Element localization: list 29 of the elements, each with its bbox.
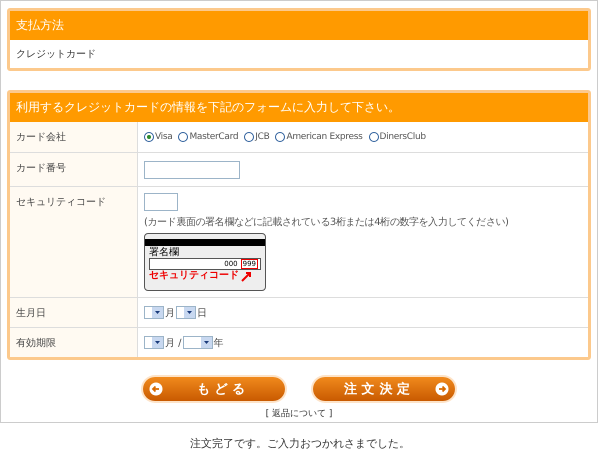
unit-label: 月 <box>165 306 175 320</box>
radio-option[interactable]: DinersClub <box>368 132 426 142</box>
caret-icon <box>152 337 163 348</box>
radio-option[interactable]: American Express <box>275 132 363 142</box>
dropdown[interactable] <box>176 306 196 319</box>
field-label: 有効期限 <box>10 328 138 357</box>
field-label: 生月日 <box>10 298 138 327</box>
radio-option[interactable]: Visa <box>144 132 172 142</box>
unit-label: 日 <box>197 306 207 320</box>
caret-icon <box>152 307 163 318</box>
field-label: カード番号 <box>10 153 138 186</box>
returns-link[interactable]: [ 返品について ] <box>266 407 332 420</box>
radio-option[interactable]: MasterCard <box>178 132 238 142</box>
hint-text: (カード裏面の署名欄などに記載されている3桁または4桁の数字を入力してください) <box>144 216 509 229</box>
radio-option[interactable]: JCB <box>244 132 270 142</box>
payment-method-text: クレジットカード <box>15 48 97 62</box>
card-number-field[interactable] <box>144 160 240 178</box>
security-code-field[interactable] <box>144 193 178 211</box>
field-label: カード会社 <box>10 122 138 152</box>
panel-title: 利用するクレジットカードの情報を下記のフォームに入力して下さい。 <box>10 93 588 122</box>
caret-icon <box>184 307 195 318</box>
panel-title: 支払方法 <box>10 11 588 40</box>
completion-message: 注文完了です。ご入力おつかれさまでした。 <box>189 437 411 451</box>
field-label: セキュリティコード <box>10 187 138 297</box>
unit-label: 月 / <box>165 336 182 350</box>
dropdown[interactable] <box>144 306 164 319</box>
unit-label: 年 <box>214 336 224 350</box>
dropdown[interactable] <box>144 336 164 349</box>
caret-icon <box>200 337 212 348</box>
